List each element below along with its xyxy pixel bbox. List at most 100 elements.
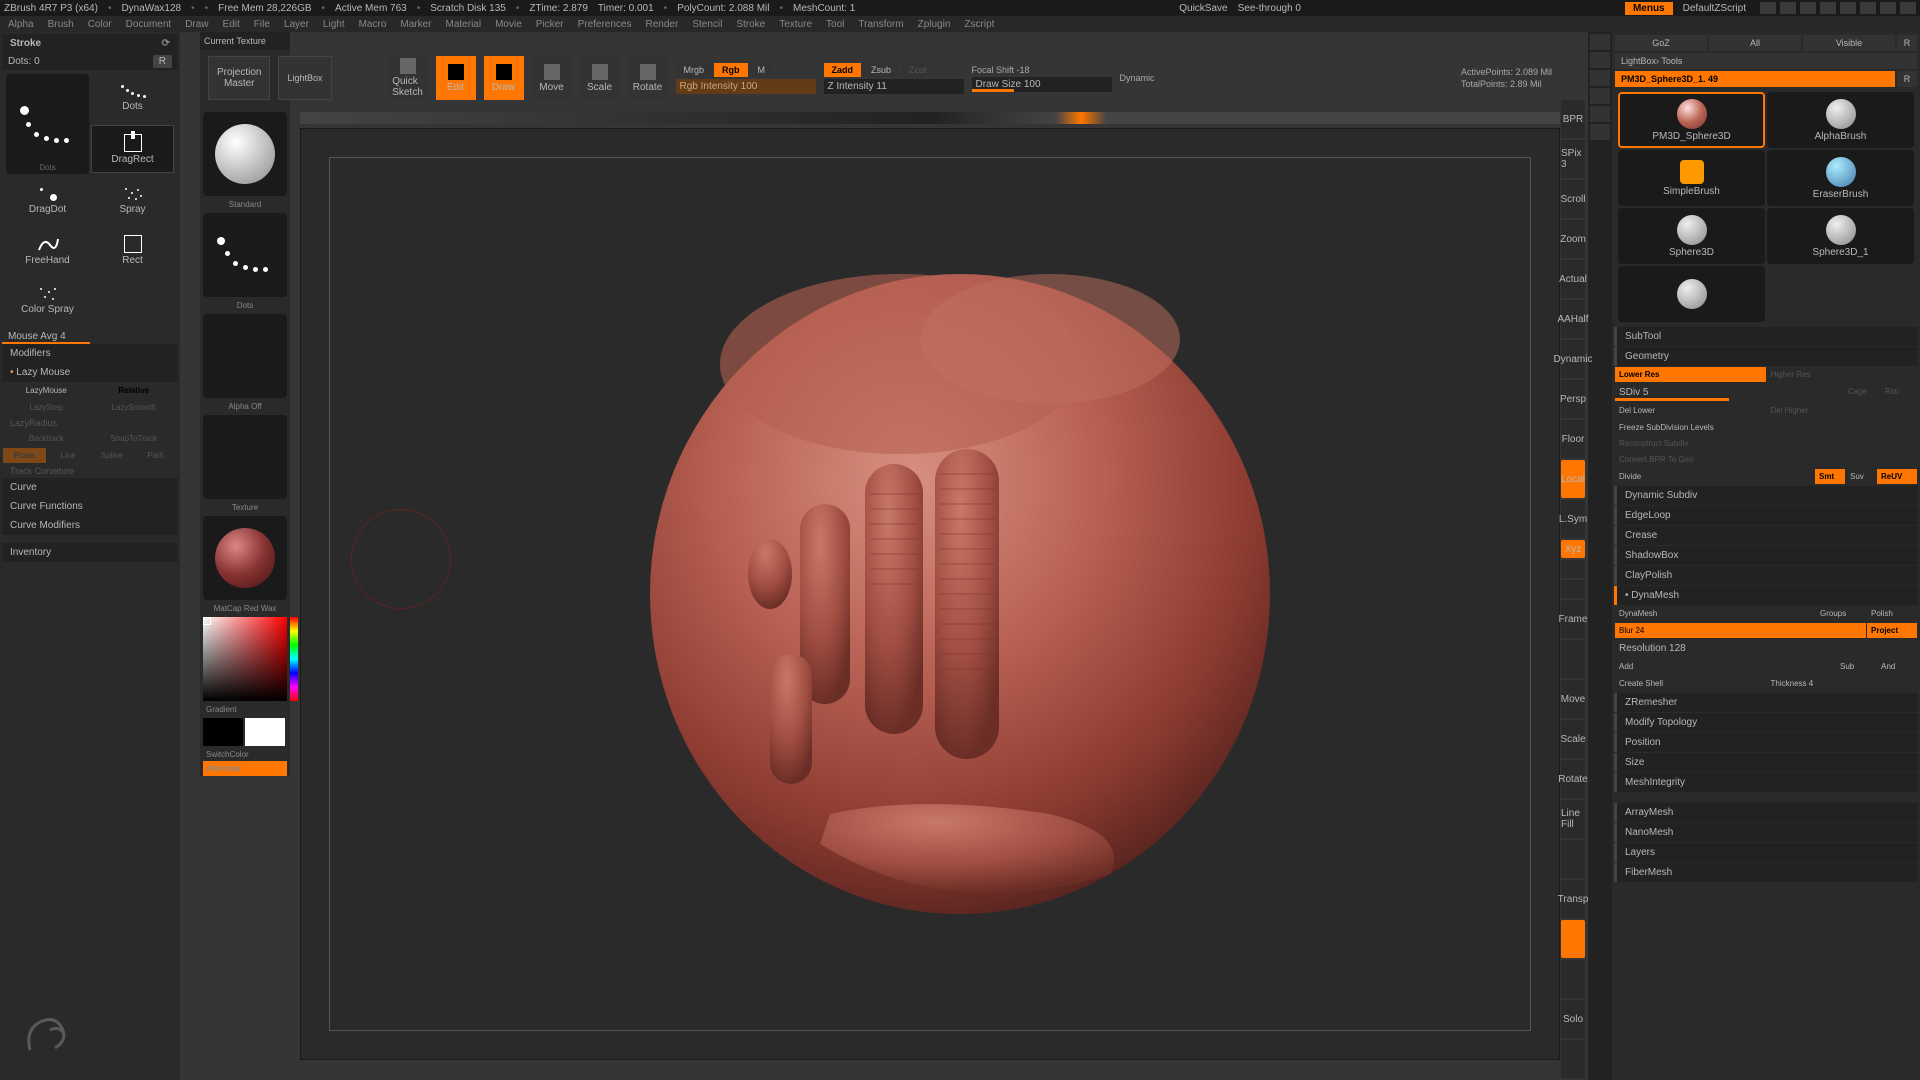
smt-button[interactable]: Smt	[1815, 469, 1845, 484]
claypolish-section[interactable]: ClayPolish	[1614, 566, 1918, 585]
lazy-mouse-section[interactable]: • Lazy Mouse	[2, 363, 178, 382]
tool-slot[interactable]	[1618, 266, 1765, 322]
tray-button[interactable]	[1760, 2, 1776, 14]
stroke-dots-big[interactable]: Dots	[6, 74, 89, 174]
rotate-button[interactable]: Rotate	[1561, 760, 1585, 798]
crease-section[interactable]: Crease	[1614, 526, 1918, 545]
shelf-button[interactable]	[1561, 1040, 1585, 1078]
meshintegrity-section[interactable]: MeshIntegrity	[1614, 773, 1918, 792]
menu-item[interactable]: Picker	[536, 19, 564, 30]
tool-alphabrush[interactable]: AlphaBrush	[1767, 92, 1914, 148]
menu-item[interactable]: File	[254, 19, 270, 30]
xyz-button[interactable]: Xyz	[1561, 540, 1585, 558]
size-section[interactable]: Size	[1614, 753, 1918, 772]
curve-section[interactable]: Curve	[2, 478, 178, 497]
visible-button[interactable]: Visible	[1803, 35, 1895, 51]
r-button[interactable]: R	[153, 55, 172, 68]
scroll-button[interactable]: Scroll	[1561, 180, 1585, 218]
thickness-slider[interactable]: Thickness 4	[1767, 676, 1918, 691]
quicksketch-button[interactable]: Quick Sketch	[388, 56, 428, 100]
stroke-dragrect[interactable]: DragRect	[91, 125, 174, 173]
tool-sphere3d[interactable]: Sphere3D	[1618, 208, 1765, 264]
edit-button[interactable]: Edit	[436, 56, 476, 100]
document-gradient[interactable]	[300, 112, 1560, 124]
matcap-preview[interactable]	[203, 516, 287, 600]
bpr-button[interactable]: BPR	[1561, 100, 1585, 138]
menu-item[interactable]: Layer	[284, 19, 309, 30]
local-button[interactable]: Local	[1561, 460, 1585, 498]
scale-button[interactable]: Scale	[580, 56, 620, 100]
tray-button[interactable]	[1800, 2, 1816, 14]
draw-size-slider[interactable]: Draw Size 100	[972, 77, 1112, 92]
stroke-dots-preview[interactable]	[203, 213, 287, 297]
stroke-rect[interactable]: Rect	[91, 226, 174, 274]
close-button[interactable]	[1900, 2, 1916, 14]
reuv-button[interactable]: ReUV	[1877, 469, 1917, 484]
m-toggle[interactable]: M	[750, 63, 774, 77]
sub-button[interactable]: Sub	[1836, 659, 1876, 674]
tool-name[interactable]: PM3D_Sphere3D_1. 49	[1615, 71, 1895, 87]
menu-item[interactable]: Tool	[826, 19, 844, 30]
menu-item[interactable]: Light	[323, 19, 345, 30]
lightbox-tools[interactable]: LightBox› Tools	[1615, 53, 1917, 69]
minimize-button[interactable]	[1860, 2, 1876, 14]
draw-button[interactable]: Draw	[484, 56, 524, 100]
floor-button[interactable]: Floor	[1561, 420, 1585, 458]
switch-color[interactable]: SwitchColor	[200, 748, 290, 761]
alpha-off[interactable]	[203, 314, 287, 398]
scale-button[interactable]: Scale	[1561, 720, 1585, 758]
add-button[interactable]: Add	[1615, 659, 1835, 674]
shelf-button[interactable]	[1561, 920, 1585, 958]
rgb-toggle[interactable]: Rgb	[714, 63, 748, 77]
zadd-toggle[interactable]: Zadd	[824, 63, 862, 77]
project-button[interactable]: Project	[1867, 623, 1917, 638]
lower-res-button[interactable]: Lower Res	[1615, 367, 1766, 382]
stroke-dots[interactable]: Dots	[91, 74, 174, 122]
del-lower-button[interactable]: Del Lower	[1615, 403, 1766, 418]
menus-button[interactable]: Menus	[1625, 2, 1673, 15]
zoom-button[interactable]: Zoom	[1561, 220, 1585, 258]
menu-item[interactable]: Render	[646, 19, 679, 30]
relative-button[interactable]: Relative	[91, 383, 178, 398]
linefill-button[interactable]: Line Fill	[1561, 800, 1585, 838]
resolution-slider[interactable]: Resolution 128	[1615, 640, 1917, 657]
menu-item[interactable]: Edit	[223, 19, 240, 30]
menu-item[interactable]: Zplugin	[918, 19, 951, 30]
menu-item[interactable]: Movie	[495, 19, 522, 30]
shelf-button[interactable]	[1561, 560, 1585, 578]
shelf-button[interactable]	[1561, 960, 1585, 998]
swatch-black[interactable]	[203, 718, 243, 746]
arraymesh-section[interactable]: ArrayMesh	[1614, 803, 1918, 822]
all-button[interactable]: All	[1709, 35, 1801, 51]
texture-slot[interactable]	[203, 415, 287, 499]
tool-simplebrush[interactable]: SimpleBrush	[1618, 150, 1765, 206]
polish-button[interactable]: Polish	[1867, 606, 1917, 621]
r-button[interactable]: R	[1897, 35, 1917, 51]
dynamic-button[interactable]: Dynamic	[1561, 340, 1585, 378]
brush-standard[interactable]	[203, 112, 287, 196]
z-intensity-slider[interactable]: Z Intensity 11	[824, 79, 964, 94]
menu-item[interactable]: Macro	[359, 19, 387, 30]
menu-item[interactable]: Texture	[779, 19, 812, 30]
tool-sphere3d-1[interactable]: Sphere3D_1	[1767, 208, 1914, 264]
menu-item[interactable]: Color	[88, 19, 112, 30]
sdiv-slider[interactable]: SDiv 5	[1615, 384, 1843, 401]
lazymouse-button[interactable]: LazyMouse	[3, 383, 90, 398]
tray-button[interactable]	[1820, 2, 1836, 14]
goz-button[interactable]: GoZ	[1615, 35, 1707, 51]
menu-item[interactable]: Draw	[185, 19, 208, 30]
curve-modifiers-section[interactable]: Curve Modifiers	[2, 516, 178, 535]
create-shell-button[interactable]: Create Shell	[1615, 676, 1766, 691]
frame-button[interactable]: Frame	[1561, 600, 1585, 638]
r-button[interactable]: R	[1897, 71, 1917, 87]
shelf-button[interactable]	[1561, 640, 1585, 678]
zremesher-section[interactable]: ZRemesher	[1614, 693, 1918, 712]
rgb-intensity-slider[interactable]: Rgb Intensity 100	[676, 79, 816, 94]
nanomesh-section[interactable]: NanoMesh	[1614, 823, 1918, 842]
menu-item[interactable]: Document	[126, 19, 172, 30]
menu-item[interactable]: Alpha	[8, 19, 34, 30]
geometry-section[interactable]: Geometry	[1614, 347, 1918, 366]
menu-item[interactable]: Material	[446, 19, 482, 30]
move-button[interactable]: Move	[1561, 680, 1585, 718]
zsub-toggle[interactable]: Zsub	[863, 63, 899, 77]
